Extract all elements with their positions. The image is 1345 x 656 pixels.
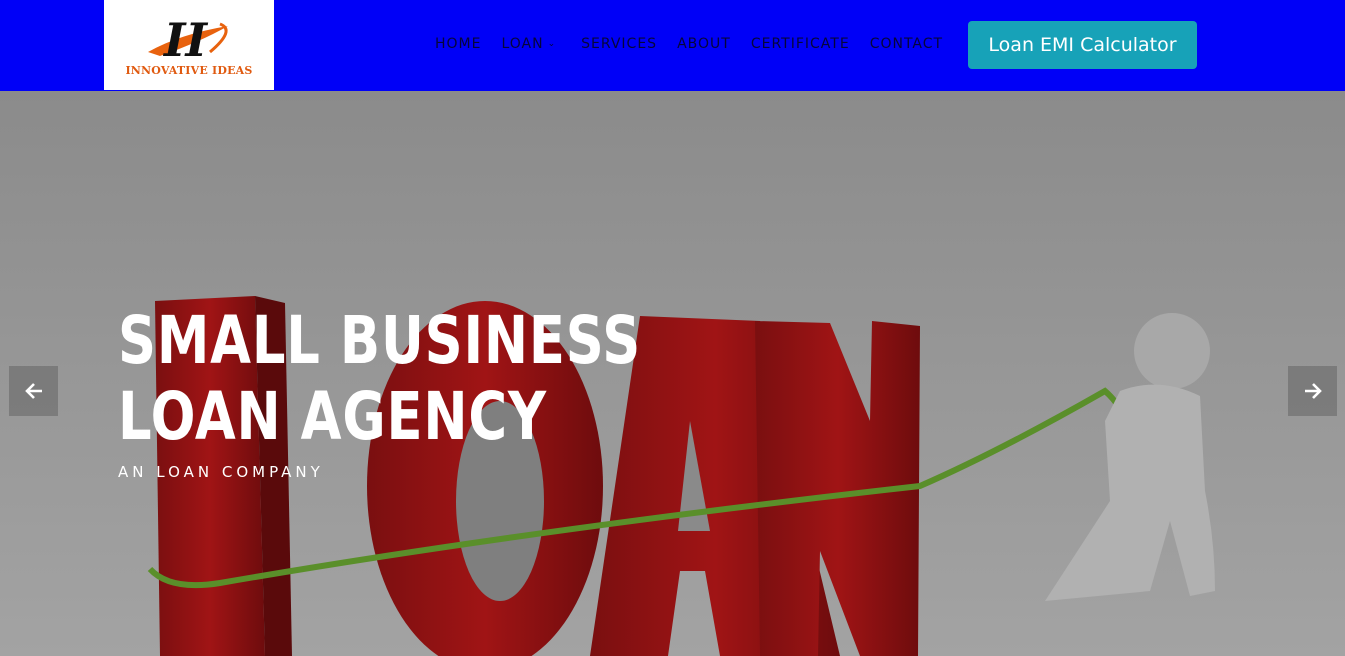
nav-loan[interactable]: LOAN ⌄ (501, 34, 556, 56)
nav-certificate[interactable]: CERTIFICATE (751, 34, 850, 56)
chevron-down-icon: ⌄ (547, 39, 557, 49)
nav-contact[interactable]: CONTACT (870, 34, 943, 56)
arrow-left-icon (24, 383, 42, 399)
logo[interactable]: II INNOVATIVE IDEAS (104, 0, 274, 90)
slider-prev-button[interactable] (9, 366, 58, 416)
slider-next-button[interactable] (1288, 366, 1337, 416)
logo-mark-text: II (162, 13, 209, 64)
main-nav: HOME LOAN ⌄ SERVICES ABOUT CERTIFICATE CO… (435, 34, 943, 56)
nav-home[interactable]: HOME (435, 34, 481, 56)
hero-subtitle: AN LOAN COMPANY (118, 463, 324, 481)
hero-title: SMALL BUSINESS LOAN AGENCY (118, 303, 641, 455)
nav-services[interactable]: SERVICES (581, 34, 657, 56)
nav-about[interactable]: ABOUT (677, 34, 731, 56)
hero-title-line-1: SMALL BUSINESS (118, 302, 642, 379)
loan-emi-calculator-button[interactable]: Loan EMI Calculator (968, 21, 1197, 69)
logo-text: INNOVATIVE IDEAS (125, 64, 253, 77)
hero-title-line-2: LOAN AGENCY (118, 378, 547, 455)
arrow-right-icon (1304, 383, 1322, 399)
site-header: II INNOVATIVE IDEAS HOME LOAN ⌄ SERVICES … (0, 0, 1345, 91)
hero-slider: SMALL BUSINESS LOAN AGENCY AN LOAN COMPA… (0, 91, 1345, 656)
logo-mark-icon: II (148, 13, 228, 64)
